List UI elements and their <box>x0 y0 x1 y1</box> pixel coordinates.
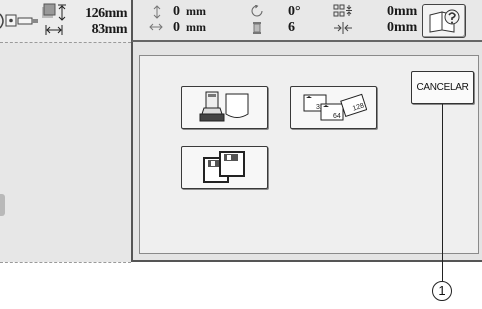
rotation-icon <box>251 5 263 17</box>
horizontal-offset-unit: mm <box>186 20 206 34</box>
vertical-offset-unit: mm <box>186 4 206 18</box>
format-size-button[interactable]: 32 64 128 <box>290 86 377 129</box>
preview-area <box>0 43 131 262</box>
rotation-value: 0° <box>288 4 301 19</box>
vertical-offset-icon <box>153 5 161 19</box>
vertical-spacing-icon <box>333 4 352 17</box>
pattern-dimensions: 126mm 83mm <box>41 4 131 40</box>
color-count-value: 6 <box>288 20 295 35</box>
machine-memory-button[interactable] <box>181 86 268 129</box>
vertical-offset-readout: 0 mm <box>173 4 206 20</box>
vertical-spacing-value: 0mm <box>387 4 418 19</box>
preview-bottom-divider <box>0 262 131 263</box>
width-arrow-icon <box>45 25 63 35</box>
floppy-disk-button[interactable] <box>181 146 268 189</box>
horizontal-offset-value: 0 <box>173 20 180 35</box>
height-arrow-icon <box>58 4 66 21</box>
machine-icon <box>0 13 38 29</box>
pattern-width-value: 126mm <box>85 6 127 21</box>
callout-leader-line <box>442 104 443 281</box>
horizontal-spacing-icon <box>334 22 352 34</box>
cancel-button[interactable]: CANCELAR <box>411 71 474 104</box>
format-64-label: 64 <box>333 113 341 120</box>
help-button[interactable] <box>422 4 466 38</box>
machine-memory-icon <box>199 91 249 122</box>
thread-spool-icon <box>253 22 261 34</box>
preview-scroll-handle[interactable] <box>0 194 5 216</box>
horizontal-offset-readout: 0 mm <box>173 20 206 36</box>
pattern-preview-panel: 126mm 83mm <box>0 0 131 263</box>
help-book-icon <box>429 9 460 33</box>
horizontal-offset-icon <box>149 23 163 31</box>
horizontal-spacing-value: 0mm <box>387 20 418 35</box>
pattern-height-value: 83mm <box>91 22 128 37</box>
preview-toolbar: 126mm 83mm <box>0 0 131 43</box>
format-size-icon: 32 64 128 <box>303 93 367 121</box>
vertical-offset-value: 0 <box>173 4 180 19</box>
floppy-disk-icon <box>203 151 245 183</box>
callout-number: 1 <box>432 281 452 301</box>
